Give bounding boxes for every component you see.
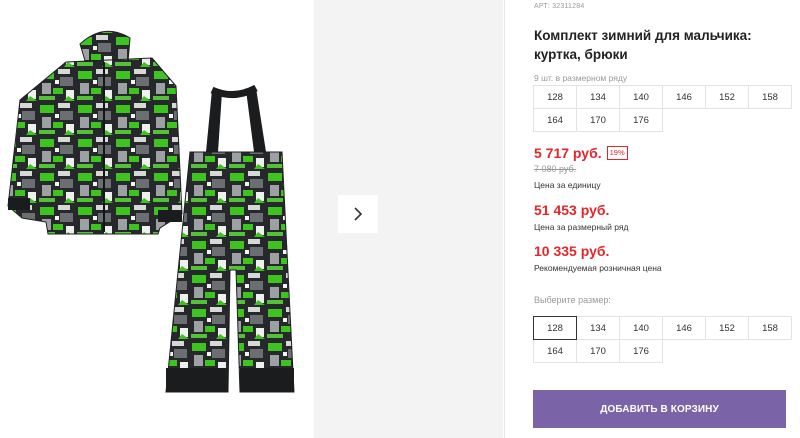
next-photo-button[interactable] [338, 195, 378, 233]
pack-size-cell: 146 [662, 85, 706, 109]
pack-size-cell: 152 [705, 85, 749, 109]
kids-winter-suit-photo [7, 30, 295, 393]
unit-price-row: 5 717 руб. 19% [534, 145, 628, 161]
size-option[interactable]: 140 [619, 316, 663, 340]
pack-price-label: Цена за размерный ряд [534, 222, 629, 232]
size-option-selected[interactable]: 128 [533, 316, 577, 340]
discount-badge: 19% [606, 146, 628, 160]
size-option[interactable]: 134 [576, 316, 620, 340]
pack-price: 51 453 руб. [534, 202, 610, 218]
pack-size-cell: 176 [619, 108, 663, 132]
retail-price-label: Рекомендуемая розничная цена [534, 263, 662, 273]
pack-size-cell: 170 [576, 108, 620, 132]
product-gallery [0, 0, 503, 438]
product-photo[interactable] [0, 0, 314, 438]
pack-size-grid: 128 134 140 146 152 158 164 170 176 [533, 85, 792, 132]
choose-size-label: Выберите размер: [534, 295, 611, 305]
product-info-panel: АРТ: 32311284 Комплект зимний для мальчи… [504, 0, 800, 438]
product-sku: АРТ: 32311284 [534, 3, 585, 10]
pack-size-cell: 128 [533, 85, 577, 109]
pack-size-cell: 134 [576, 85, 620, 109]
unit-price-label: Цена за единицу [534, 180, 601, 190]
old-price: 7 080 руб. [534, 164, 577, 174]
size-option[interactable]: 170 [576, 339, 620, 363]
size-option[interactable]: 152 [705, 316, 749, 340]
size-option[interactable]: 164 [533, 339, 577, 363]
unit-price: 5 717 руб. [534, 145, 602, 161]
retail-price: 10 335 руб. [534, 243, 610, 259]
pack-size-cell: 140 [619, 85, 663, 109]
size-option[interactable]: 146 [662, 316, 706, 340]
product-title: Комплект зимний для мальчика: куртка, бр… [534, 28, 752, 62]
chevron-right-icon [354, 207, 363, 221]
add-to-cart-button[interactable]: ДОБАВИТЬ В КОРЗИНУ [533, 390, 786, 428]
size-selector: 128 134 140 146 152 158 164 170 176 [533, 316, 792, 363]
pack-size-cell: 158 [748, 85, 792, 109]
pack-size-label: 9 шт. в размерном ряду [534, 73, 628, 83]
size-option[interactable]: 176 [619, 339, 663, 363]
pack-size-cell: 164 [533, 108, 577, 132]
size-option[interactable]: 158 [748, 316, 792, 340]
